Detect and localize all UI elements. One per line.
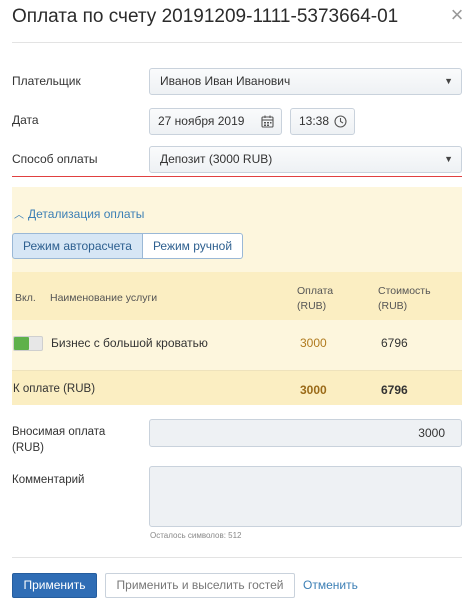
column-payment: Оплата (RUB) — [297, 285, 334, 312]
clock-icon[interactable] — [334, 115, 347, 128]
column-enabled: Вкл. — [15, 292, 36, 304]
service-enabled-toggle[interactable] — [13, 336, 43, 351]
chevron-up-icon: ︿ — [14, 210, 24, 221]
deposit-payment-value: 3000 — [418, 426, 445, 440]
payment-details-toggle[interactable]: ︿ Детализация оплаты — [14, 206, 144, 221]
total-cost: 6796 — [381, 383, 408, 397]
dialog-title: Оплата по счету 20191209-1111-5373664-01 — [12, 6, 399, 27]
apply-and-checkout-button[interactable]: Применить и выселить гостей — [105, 573, 295, 598]
payment-method-select[interactable]: Депозит (3000 RUB) ▼ — [149, 146, 462, 173]
column-cost: Стоимость (RUB) — [378, 285, 431, 312]
date-label: Дата — [12, 113, 39, 127]
header-divider — [12, 42, 462, 43]
time-value: 13:38 — [299, 114, 330, 128]
payer-label: Плательщик — [12, 74, 81, 88]
deposit-payment-label: Вносимая оплата (RUB) — [12, 426, 106, 454]
footer-divider — [12, 557, 462, 558]
tab-auto-mode[interactable]: Режим авторасчета — [12, 233, 143, 259]
payment-method-value: Депозит (3000 RUB) — [160, 152, 273, 166]
deposit-payment-input[interactable]: 3000 — [149, 419, 462, 447]
validation-error-line — [12, 176, 462, 177]
close-icon[interactable]: × — [446, 2, 468, 28]
toggle-on-indicator — [14, 337, 29, 350]
caret-down-icon: ▼ — [444, 76, 453, 86]
date-value: 27 ноября 2019 — [158, 114, 245, 128]
service-payment: 3000 — [300, 336, 327, 350]
payer-value: Иванов Иван Иванович — [160, 74, 291, 88]
payment-method-label: Способ оплаты — [12, 152, 98, 166]
cancel-link[interactable]: Отменить — [303, 578, 358, 592]
chars-remaining-hint: Осталось символов: 512 — [150, 531, 242, 540]
comment-label: Комментарий — [12, 474, 85, 486]
column-service: Наименование услуги — [50, 292, 158, 304]
time-field[interactable]: 13:38 — [290, 108, 355, 135]
payer-select[interactable]: Иванов Иван Иванович ▼ — [149, 68, 462, 95]
service-cost: 6796 — [381, 336, 408, 350]
apply-button[interactable]: Применить — [12, 573, 97, 598]
date-field[interactable]: 27 ноября 2019 — [149, 108, 282, 135]
payment-details-toggle-label: Детализация оплаты — [28, 207, 145, 221]
service-name: Бизнес с большой кроватью — [51, 336, 208, 350]
calculation-mode-switch: Режим авторасчета Режим ручной — [12, 233, 244, 259]
comment-textarea[interactable] — [149, 466, 462, 527]
tab-manual-mode[interactable]: Режим ручной — [142, 233, 244, 259]
caret-down-icon: ▼ — [444, 154, 453, 164]
calendar-icon[interactable] — [261, 115, 274, 128]
total-payment: 3000 — [300, 383, 327, 397]
total-label: К оплате (RUB) — [13, 383, 96, 395]
